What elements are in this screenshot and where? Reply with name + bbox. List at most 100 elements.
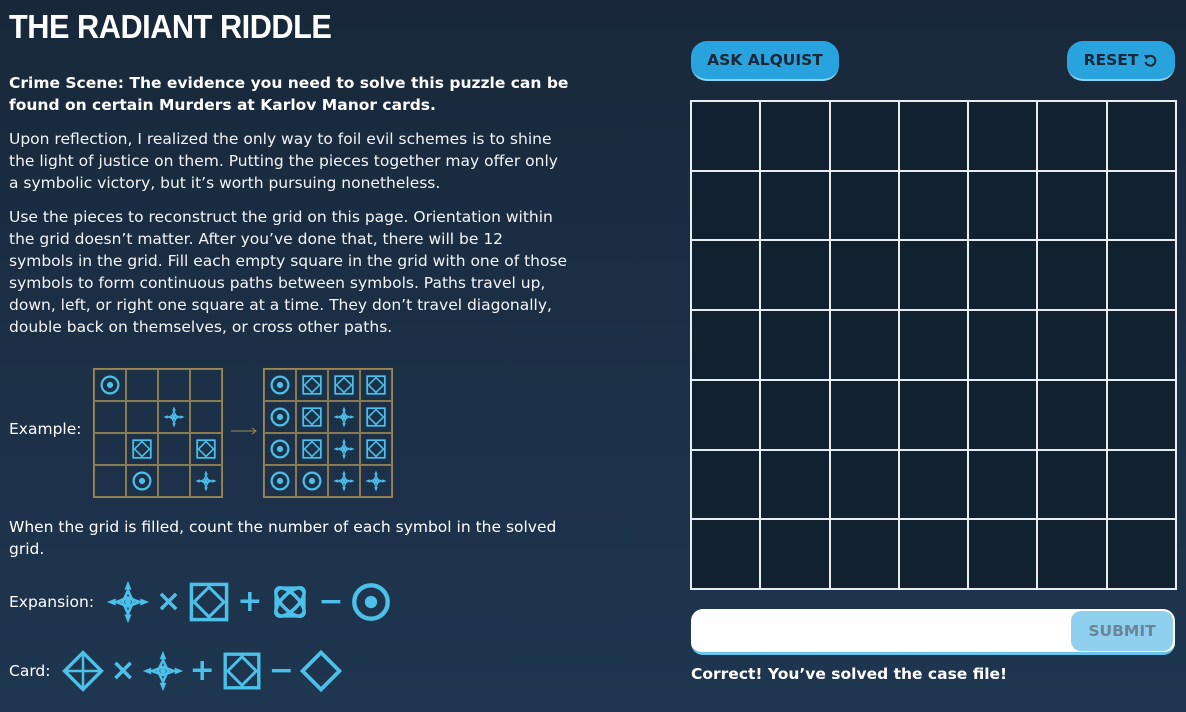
grid-cell[interactable] (1106, 449, 1176, 520)
grid-cell[interactable] (1106, 170, 1176, 241)
example-cell (158, 369, 190, 401)
grid-cell[interactable] (829, 240, 899, 311)
operator: − (318, 584, 344, 619)
example-cell (94, 433, 126, 465)
grid-cell[interactable] (898, 170, 969, 241)
answer-input[interactable] (703, 617, 1063, 647)
grid-cell[interactable] (829, 310, 899, 380)
grid-cell[interactable] (829, 170, 899, 241)
grid-cell[interactable] (1106, 240, 1176, 311)
operator: + (237, 584, 263, 619)
example-cell (190, 465, 222, 497)
grid-cell[interactable] (968, 449, 1038, 520)
operator: × (110, 653, 136, 688)
example-solved-grid (263, 368, 393, 498)
answer-box: SUBMIT (691, 609, 1175, 655)
grid-cell[interactable] (968, 170, 1038, 241)
grid-cell[interactable] (968, 310, 1038, 380)
grid-cell[interactable] (829, 519, 899, 589)
example-cell (328, 465, 360, 497)
grid-cell[interactable] (1106, 101, 1176, 171)
grid-cell[interactable] (898, 379, 969, 450)
grid-cell[interactable] (1037, 379, 1107, 450)
example: Example: (9, 368, 409, 498)
count-instruction: When the grid is filled, count the numbe… (9, 518, 557, 558)
example-cell (126, 433, 158, 465)
grid-cell[interactable] (829, 101, 899, 171)
compass-star-icon (195, 470, 217, 492)
example-cell (328, 369, 360, 401)
grid-cell[interactable] (1106, 310, 1176, 380)
example-cell (126, 401, 158, 433)
example-cell (264, 401, 296, 433)
framed-diamond-icon (366, 439, 386, 459)
example-cell (158, 465, 190, 497)
grid-cell[interactable] (691, 310, 761, 380)
story-paragraph: Upon reflection, I realized the only way… (9, 130, 558, 192)
grid-cell[interactable] (968, 240, 1038, 311)
example-cell (94, 401, 126, 433)
grid-cell[interactable] (691, 449, 761, 520)
grid-cell[interactable] (691, 519, 761, 589)
grid-cell[interactable] (968, 379, 1038, 450)
grid-cell[interactable] (829, 449, 899, 520)
dot-circle-icon (100, 375, 120, 395)
example-cell (328, 401, 360, 433)
grid-cell[interactable] (691, 240, 761, 311)
grid-cell[interactable] (691, 170, 761, 241)
compass-star-icon (163, 406, 185, 428)
ask-alquist-button[interactable]: ASK ALQUIST (691, 41, 839, 81)
submit-button[interactable]: SUBMIT (1071, 611, 1173, 651)
grid-cell[interactable] (1037, 101, 1107, 171)
grid-cell[interactable] (1037, 310, 1107, 380)
framed-diamond-icon (196, 439, 216, 459)
grid-cell[interactable] (1037, 240, 1107, 311)
framed-diamond-icon (302, 375, 322, 395)
expansion-label: Expansion: (9, 593, 95, 611)
grid-cell[interactable] (760, 519, 830, 589)
grid-cell[interactable] (760, 379, 830, 450)
grid-cell[interactable] (760, 240, 830, 311)
card-equation: Card: × + − (9, 646, 342, 696)
framed-diamond-icon (334, 375, 354, 395)
grid-cell[interactable] (1106, 379, 1176, 450)
example-cell (360, 401, 392, 433)
grid-cell[interactable] (898, 101, 969, 171)
reset-button[interactable]: RESET (1067, 41, 1175, 81)
compass-star-icon (142, 650, 183, 692)
grid-cell[interactable] (760, 449, 830, 520)
expansion-equation: Expansion: × + − (9, 576, 393, 628)
grid-cell[interactable] (829, 379, 899, 450)
grid-cell[interactable] (1037, 449, 1107, 520)
grid-cell[interactable] (968, 101, 1038, 171)
grid-cell[interactable] (968, 519, 1038, 589)
example-cell (360, 465, 392, 497)
example-cell (190, 401, 222, 433)
grid-cell[interactable] (1106, 519, 1176, 589)
example-label: Example: (9, 420, 82, 438)
example-cell (296, 465, 328, 497)
arrow-right-icon (231, 427, 257, 435)
grid-cell[interactable] (898, 449, 969, 520)
grid-cell[interactable] (1037, 170, 1107, 241)
grid-cell[interactable] (760, 101, 830, 171)
compass-star-icon (333, 406, 355, 428)
grid-cell[interactable] (898, 519, 969, 589)
operator: − (268, 653, 294, 688)
submit-label: SUBMIT (1088, 622, 1156, 640)
ask-alquist-label: ASK ALQUIST (707, 51, 823, 69)
example-cell (94, 465, 126, 497)
framed-diamond-icon (302, 407, 322, 427)
example-cell (158, 433, 190, 465)
grid-cell[interactable] (760, 170, 830, 241)
grid-cell[interactable] (691, 101, 761, 171)
grid-cell[interactable] (898, 240, 969, 311)
example-cell (360, 433, 392, 465)
grid-cell[interactable] (898, 310, 969, 380)
dot-circle-icon (270, 375, 290, 395)
grid-cell[interactable] (691, 379, 761, 450)
rules-paragraph: Use the pieces to reconstruct the grid o… (9, 208, 568, 336)
success-message: Correct! You’ve solved the case file! (691, 665, 1008, 683)
grid-cell[interactable] (1037, 519, 1107, 589)
grid-cell[interactable] (760, 310, 830, 380)
